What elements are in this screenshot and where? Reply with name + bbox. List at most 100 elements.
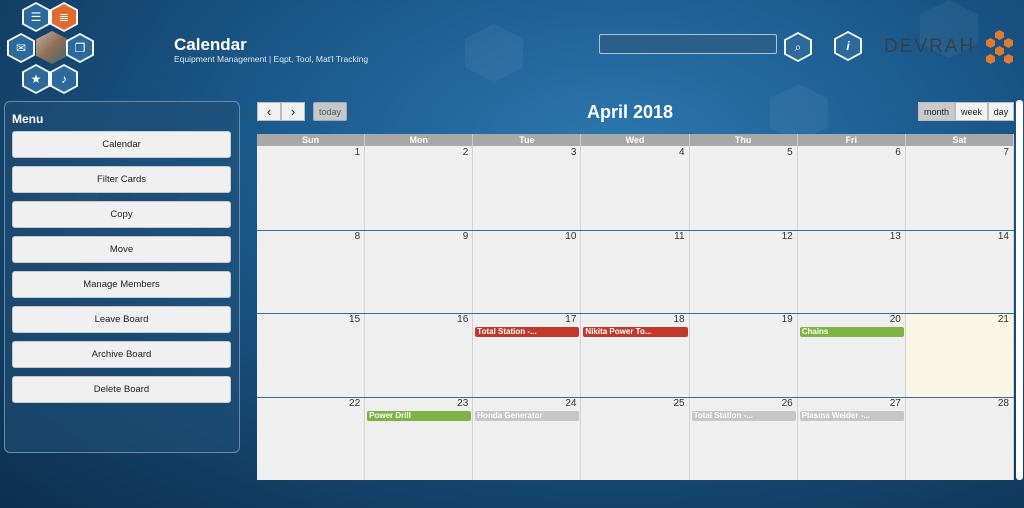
day-number: 15 [349, 314, 361, 325]
calendar: ‹ › today April 2018 month week day Sun M… [257, 100, 1014, 480]
day-cell[interactable]: 7 [905, 146, 1014, 230]
day-number: 7 [1003, 147, 1009, 158]
day-number: 9 [462, 230, 469, 242]
day-cell[interactable]: 25 [581, 396, 690, 480]
day-number: 1 [354, 147, 361, 158]
day-cell[interactable]: 23 [365, 396, 474, 480]
cards-icon[interactable]: ≣ [50, 2, 78, 32]
menu-item-delete-board[interactable]: Delete Board [12, 376, 231, 403]
day-cell[interactable]: 26 [689, 396, 798, 480]
calendar-event[interactable]: Honda Generator [475, 410, 580, 421]
day-cell[interactable]: 12 [689, 229, 798, 313]
day-cell[interactable]: 13 [797, 229, 906, 313]
search-input[interactable] [599, 34, 777, 54]
calendar-event[interactable]: Power Drill [367, 410, 472, 421]
day-number: 22 [349, 397, 361, 409]
day-cell[interactable]: 19 [689, 313, 798, 397]
day-number: 6 [895, 147, 901, 158]
info-icon[interactable]: i [834, 31, 862, 61]
menu-item-move[interactable]: Move [12, 236, 231, 263]
day-number: 8 [354, 230, 361, 242]
day-number: 17 [565, 314, 577, 325]
day-cell[interactable]: 4 [581, 146, 690, 230]
day-cell[interactable]: 1 [257, 146, 366, 230]
page-title: Calendar [174, 35, 247, 54]
page-subtitle: Equipment Management | Eqpt, Tool, Mat'l… [174, 54, 369, 64]
day-cell[interactable]: 28 [905, 396, 1014, 480]
day-number: 16 [457, 314, 469, 325]
day-number: 23 [457, 397, 469, 409]
day-number: 13 [889, 230, 901, 242]
menu-item-filter-cards[interactable]: Filter Cards [12, 166, 231, 193]
day-number: 4 [679, 147, 685, 158]
calendar-event[interactable]: Chains [799, 327, 904, 337]
view-day-button[interactable]: day [988, 102, 1014, 121]
week-divider [257, 313, 1014, 314]
scrollbar[interactable] [1016, 100, 1023, 480]
calendar-event[interactable]: Total Station -... [691, 410, 796, 421]
day-number: 25 [673, 397, 685, 409]
day-cell[interactable]: 10 [473, 229, 582, 313]
day-number: 12 [781, 230, 793, 242]
menu-item-calendar[interactable]: Calendar [12, 131, 231, 158]
star-icon[interactable]: ★ [22, 64, 50, 94]
calendar-event[interactable]: Plasma Welder -... [799, 410, 904, 421]
day-cell[interactable]: 2 [365, 146, 474, 230]
day-cell[interactable]: 5 [689, 146, 798, 230]
day-cell[interactable]: 21 [905, 313, 1014, 397]
day-cell[interactable]: 8 [257, 229, 366, 313]
mail-icon[interactable]: ✉ [7, 33, 35, 63]
view-month-button[interactable]: month [918, 102, 955, 121]
day-cell[interactable]: 9 [365, 229, 474, 313]
weekday-header: Wed [581, 134, 690, 146]
day-number: 11 [674, 230, 685, 242]
list-icon[interactable]: ☰ [22, 2, 50, 32]
day-number: 19 [781, 314, 793, 325]
day-number: 28 [997, 397, 1009, 409]
day-number: 26 [781, 397, 793, 409]
day-cell[interactable]: 20 [797, 313, 906, 397]
weekday-header: Mon [365, 134, 474, 146]
logo-hex-icon [982, 30, 1018, 64]
view-week-button[interactable]: week [955, 102, 988, 121]
day-number: 10 [565, 230, 577, 242]
day-cell[interactable]: 3 [473, 146, 582, 230]
cards-stack-icon[interactable]: ❐ [66, 33, 94, 63]
next-month-button[interactable]: › [281, 102, 305, 121]
day-cell[interactable]: 27 [797, 396, 906, 480]
day-cell[interactable]: 24 [473, 396, 582, 480]
weekday-header: Fri [797, 134, 906, 146]
day-cell[interactable]: 16 [365, 313, 474, 397]
day-number: 21 [997, 314, 1009, 325]
bell-icon[interactable]: ♪ [50, 64, 78, 94]
day-number: 14 [997, 230, 1009, 242]
background-hex [465, 24, 523, 82]
menu-item-copy[interactable]: Copy [12, 201, 231, 228]
month-grid: Sun Mon Tue Wed Thu Fri Sat 1 2 3 4 5 6 7 8 9 10 11 12 13 14… [257, 134, 1014, 480]
calendar-event[interactable]: Nikita Power To... [583, 327, 688, 337]
prev-month-button[interactable]: ‹ [257, 102, 281, 121]
day-number: 2 [462, 147, 469, 158]
day-cell[interactable]: 11 [581, 229, 690, 313]
day-number: 18 [673, 314, 685, 325]
day-number: 24 [565, 397, 577, 409]
day-number: 3 [570, 147, 577, 158]
avatar[interactable] [36, 31, 68, 64]
week-divider [257, 396, 1014, 398]
day-number: 20 [889, 314, 901, 325]
menu-item-archive-board[interactable]: Archive Board [12, 341, 231, 368]
day-cell[interactable]: 6 [797, 146, 906, 230]
menu-panel: Menu Calendar Filter Cards Copy Move Man… [4, 101, 240, 453]
day-cell[interactable]: 17 [473, 313, 582, 397]
search-icon[interactable]: ⌕ [784, 32, 812, 62]
day-cell[interactable]: 18 [581, 313, 690, 397]
day-cell[interactable]: 22 [257, 396, 366, 480]
menu-item-manage-members[interactable]: Manage Members [12, 271, 231, 298]
day-cell[interactable]: 15 [257, 313, 366, 397]
menu-item-leave-board[interactable]: Leave Board [12, 306, 231, 333]
day-cell[interactable]: 14 [905, 229, 1014, 313]
today-button[interactable]: today [313, 102, 347, 121]
month-title: April 2018 [587, 102, 674, 122]
calendar-event[interactable]: Total Station -... [475, 327, 580, 337]
week-divider [257, 229, 1014, 231]
